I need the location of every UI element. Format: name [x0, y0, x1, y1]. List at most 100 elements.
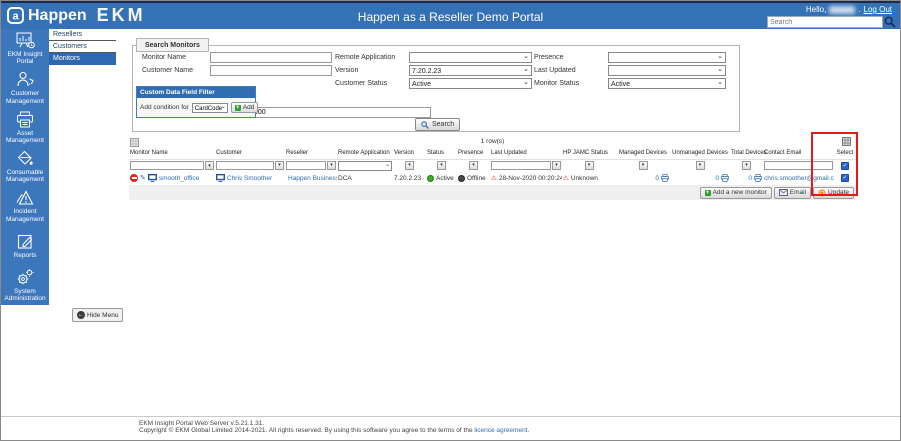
filter-hp-jamc-button[interactable] [584, 161, 594, 171]
search-button[interactable]: Search [415, 118, 461, 131]
licence-agreement-link[interactable]: licence agreement [474, 427, 527, 434]
filter-contact-email[interactable] [764, 161, 833, 171]
filter-presence-button[interactable] [469, 161, 478, 171]
sidebar-item-incident-management[interactable]: Incident Management [1, 187, 49, 226]
grid-filter-row [129, 159, 856, 172]
logout-link[interactable]: Log Out [864, 5, 892, 14]
last-updated-label: Last Updated [534, 67, 576, 74]
main-nav-sidebar: EKM Insight Portal Customer Management A… [1, 29, 49, 305]
filter-monitor-name[interactable] [130, 161, 204, 171]
header-search [767, 16, 896, 28]
edit-icon[interactable]: ✎ [140, 174, 146, 182]
unmanaged-devices-link[interactable]: 0 [715, 175, 719, 182]
last-updated-select[interactable] [608, 65, 726, 76]
add-monitor-button[interactable]: + Add a new monitor [699, 186, 772, 199]
email-button[interactable]: Email [773, 186, 812, 199]
col-contact-email[interactable]: Contact Email [763, 148, 834, 160]
select-all-checkbox[interactable] [841, 161, 849, 170]
search-icon[interactable] [884, 16, 896, 28]
monitor-icon [216, 174, 225, 182]
col-last-updated[interactable]: Last Updated [490, 148, 562, 160]
row-select-checkbox[interactable] [841, 174, 849, 182]
redacted-username [829, 5, 856, 14]
customer-name-field[interactable] [210, 65, 332, 76]
submenu-item-resellers[interactable]: Resellers [49, 29, 116, 41]
monitor-name-field[interactable] [210, 52, 332, 63]
col-managed-devices[interactable]: Managed Devices [616, 148, 670, 160]
status-active-icon [427, 174, 434, 182]
monitor-name-link[interactable]: smooth_office [159, 175, 199, 182]
col-total-devices[interactable]: Total Devices [730, 148, 767, 160]
email-icon [778, 189, 788, 196]
submenu-panel: Resellers Customers Monitors [49, 29, 116, 65]
submenu-item-monitors[interactable]: Monitors [49, 53, 116, 65]
presence-value: Offline [467, 174, 486, 182]
col-reseller[interactable]: Reseller [285, 148, 337, 160]
presence-select[interactable] [608, 52, 726, 63]
row-count: 1 row(s) [480, 138, 505, 145]
user-greeting: Hello, . Log Out [806, 5, 892, 14]
submenu-item-customers[interactable]: Customers [49, 41, 116, 53]
footer-version: EKM Insight Portal Web Server v.5.21.1.3… [139, 420, 265, 427]
monitor-status-label: Monitor Status [534, 80, 580, 87]
customer-name-label: Customer Name [142, 67, 193, 74]
col-customer[interactable]: Customer [215, 148, 285, 160]
customer-link[interactable]: Chris Smoother [227, 175, 272, 182]
update-button[interactable]: Update [813, 186, 854, 199]
sidebar-item-ekm-insight-portal[interactable]: EKM Insight Portal [1, 29, 49, 68]
sidebar-item-reports[interactable]: Reports [1, 226, 49, 265]
search-input[interactable] [767, 16, 883, 28]
managed-devices-link[interactable]: 0 [655, 175, 659, 182]
tab-search-monitors[interactable]: Search Monitors [136, 38, 209, 52]
filter-customer[interactable] [216, 161, 274, 171]
stop-monitor-icon[interactable] [130, 174, 138, 182]
add-condition-button[interactable]: + Add [230, 102, 259, 113]
filter-remote-application-select[interactable] [338, 160, 392, 171]
filter-reseller[interactable] [286, 161, 326, 171]
reseller-link[interactable]: Happen Business [288, 175, 337, 182]
col-remote-application[interactable]: Remote Application [337, 148, 393, 160]
col-hp-jamc-status[interactable]: HP JAMC Status [562, 148, 616, 160]
col-monitor-name[interactable]: Monitor Name [129, 148, 215, 160]
remote-application-label: Remote Application [335, 54, 396, 61]
top-bar: a Happen EKM Happen as a Reseller Demo P… [1, 1, 900, 29]
filter-version-button[interactable] [405, 161, 414, 171]
greeting-text: Hello, [805, 5, 827, 14]
custom-filter-title: Custom Data Field Filter [137, 87, 255, 98]
filter-last-updated[interactable] [491, 161, 551, 171]
filter-button-icon[interactable] [552, 161, 561, 171]
filter-button-icon[interactable] [275, 161, 284, 171]
condition-select[interactable]: CardCode [191, 102, 228, 113]
col-status[interactable]: Status [426, 148, 457, 160]
hide-menu-button[interactable]: ← Hide Menu [72, 308, 124, 322]
max-results-field[interactable] [251, 107, 431, 118]
monitor-status-select[interactable]: Active [608, 78, 726, 89]
grid-button-band: + Add a new monitor Email Update [129, 185, 856, 200]
col-presence[interactable]: Presence [457, 148, 490, 160]
col-version[interactable]: Version [393, 148, 426, 160]
grid-icon[interactable] [842, 137, 851, 146]
filter-button-icon[interactable] [327, 161, 336, 171]
filter-button-icon[interactable] [205, 161, 214, 171]
filter-managed-button[interactable] [638, 161, 648, 171]
customer-status-select[interactable]: Active [409, 78, 532, 89]
filter-unmanaged-button[interactable] [695, 161, 705, 171]
page-title: Happen as a Reseller Demo Portal [357, 10, 544, 24]
filter-total-button[interactable] [742, 161, 751, 171]
sidebar-item-customer-management[interactable]: Customer Management [1, 68, 49, 107]
col-unmanaged-devices[interactable]: Unmanaged Devices [670, 148, 730, 160]
printer-mini-icon [754, 174, 762, 182]
version-select[interactable]: 7.20.2.23 [409, 65, 532, 76]
contact-email-link[interactable]: chris.smoother@gmail.com [764, 175, 834, 182]
filter-status-button[interactable] [437, 161, 446, 171]
last-updated-value: 28-Nov-2020 00:20:24 [498, 174, 562, 182]
total-devices-link[interactable]: 0 [748, 175, 752, 182]
monitor-name-label: Monitor Name [142, 54, 186, 61]
ekm-portal-window: a Happen EKM Happen as a Reseller Demo P… [0, 0, 901, 441]
sidebar-item-consumable-management[interactable]: Consumable Management [1, 147, 49, 186]
sidebar-item-asset-management[interactable]: Asset Management [1, 108, 49, 147]
remote-application-select[interactable] [409, 52, 532, 63]
sidebar-item-system-administration[interactable]: System Administration [1, 266, 49, 305]
col-select[interactable]: Select [834, 148, 856, 160]
incident-icon [16, 190, 34, 205]
